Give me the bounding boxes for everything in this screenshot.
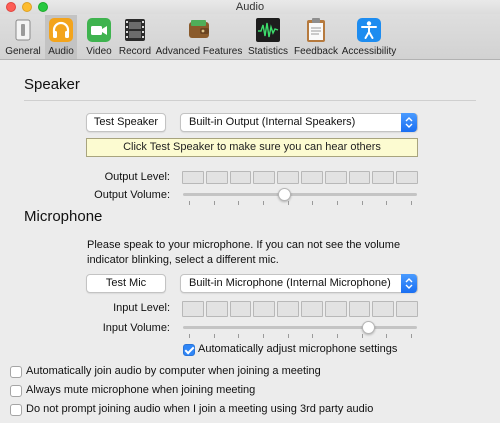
slider-tick xyxy=(238,334,239,338)
slider-tick xyxy=(312,201,313,205)
tab-advanced-features[interactable]: Advanced Features xyxy=(155,15,243,59)
input-level-label: Input Level: xyxy=(113,302,170,314)
output-device-value: Built-in Output (Internal Speakers) xyxy=(189,116,356,128)
tab-label: Record xyxy=(118,46,152,57)
tab-label: Advanced Features xyxy=(155,46,243,57)
tab-label: Statistics xyxy=(247,46,288,57)
slider-track xyxy=(183,326,417,329)
output-device-select[interactable]: Built-in Output (Internal Speakers) xyxy=(180,113,418,132)
slider-tick xyxy=(362,334,363,338)
tab-record[interactable]: Record xyxy=(117,15,153,59)
no-prompt-3rd-party-checkbox[interactable] xyxy=(10,404,22,416)
slider-tick xyxy=(189,334,190,338)
speaker-section-title: Speaker xyxy=(24,76,80,93)
auto-adjust-mic-label: Automatically adjust microphone settings xyxy=(198,343,398,355)
wallet-icon xyxy=(186,17,212,43)
tab-video[interactable]: Video xyxy=(83,15,115,59)
slider-tick xyxy=(386,334,387,338)
input-volume-slider[interactable] xyxy=(183,320,417,340)
microphone-section-title: Microphone xyxy=(24,208,103,225)
slider-tick xyxy=(214,334,215,338)
slider-tick xyxy=(189,201,190,205)
headphones-icon xyxy=(48,17,74,43)
film-icon xyxy=(122,17,148,43)
slider-tick xyxy=(386,201,387,205)
slider-tick xyxy=(288,334,289,338)
slider-knob[interactable] xyxy=(362,321,375,334)
slider-tick xyxy=(411,201,412,205)
title-bar: Audio xyxy=(0,0,500,14)
preferences-toolbar: General Audio Video Record Advanced Feat… xyxy=(0,14,500,60)
waveform-icon xyxy=(255,17,281,43)
window-title: Audio xyxy=(235,1,265,13)
chevron-updown-icon xyxy=(401,113,417,132)
tab-statistics[interactable]: Statistics xyxy=(245,15,291,59)
output-level-label: Output Level: xyxy=(104,171,170,183)
tab-audio[interactable]: Audio xyxy=(45,15,77,59)
tab-accessibility[interactable]: Accessibility xyxy=(341,15,397,59)
slider-tick xyxy=(362,201,363,205)
output-level-meter xyxy=(182,171,418,184)
chevron-updown-icon xyxy=(401,274,417,293)
test-speaker-tooltip: Click Test Speaker to make sure you can … xyxy=(86,138,418,157)
slider-tick xyxy=(238,201,239,205)
input-device-value: Built-in Microphone (Internal Microphone… xyxy=(189,277,391,289)
input-device-select[interactable]: Built-in Microphone (Internal Microphone… xyxy=(180,274,418,293)
slider-tick xyxy=(263,201,264,205)
output-volume-slider[interactable] xyxy=(183,187,417,207)
tab-label: General xyxy=(5,46,41,57)
slider-tick xyxy=(337,201,338,205)
slider-tick xyxy=(337,334,338,338)
tab-label: Feedback xyxy=(294,46,338,57)
microphone-instructions: Please speak to your microphone. If you … xyxy=(87,239,401,266)
slider-knob[interactable] xyxy=(278,188,291,201)
tab-label: Accessibility xyxy=(341,46,397,57)
input-level-meter xyxy=(182,301,418,317)
output-volume-label: Output Volume: xyxy=(94,189,170,201)
auto-join-audio-checkbox[interactable] xyxy=(10,366,22,378)
slider-tick xyxy=(411,334,412,338)
no-prompt-3rd-party-label: Do not prompt joining audio when I join … xyxy=(26,403,374,415)
slider-tick xyxy=(263,334,264,338)
always-mute-mic-checkbox[interactable] xyxy=(10,385,22,397)
auto-adjust-mic-checkbox[interactable] xyxy=(183,344,195,356)
accessibility-icon xyxy=(356,17,382,43)
tab-label: Audio xyxy=(48,46,74,57)
general-icon xyxy=(10,17,36,43)
video-camera-icon xyxy=(86,17,112,43)
tab-feedback[interactable]: Feedback xyxy=(293,15,339,59)
speaker-divider xyxy=(24,100,476,101)
tab-label: Video xyxy=(86,46,112,57)
tab-general[interactable]: General xyxy=(2,15,44,59)
slider-tick xyxy=(214,201,215,205)
slider-tick xyxy=(288,201,289,205)
test-mic-button[interactable]: Test Mic xyxy=(86,274,166,293)
auto-join-audio-label: Automatically join audio by computer whe… xyxy=(26,365,321,377)
slider-tick xyxy=(312,334,313,338)
input-volume-label: Input Volume: xyxy=(102,322,170,334)
slider-track xyxy=(183,193,417,196)
test-speaker-button[interactable]: Test Speaker xyxy=(86,113,166,132)
always-mute-mic-label: Always mute microphone when joining meet… xyxy=(26,384,256,396)
clipboard-icon xyxy=(303,17,329,43)
